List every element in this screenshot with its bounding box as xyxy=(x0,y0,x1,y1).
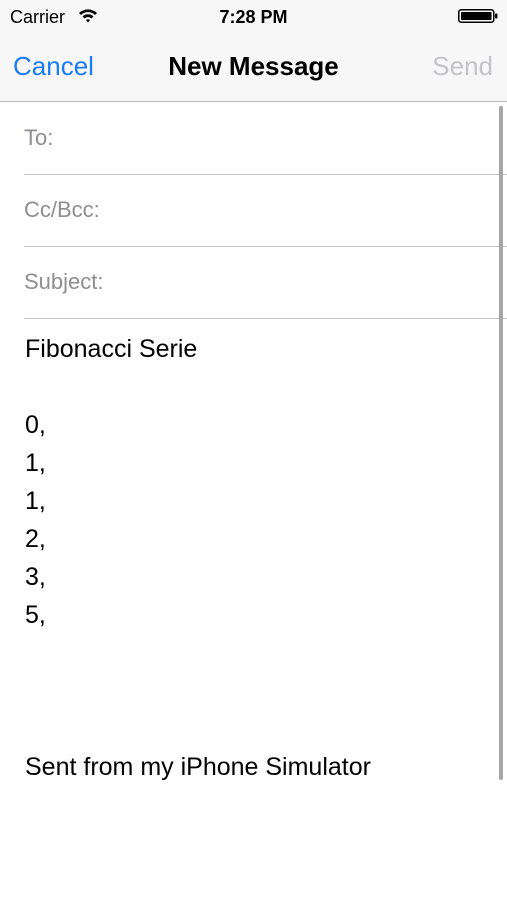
status-bar: Carrier 7:28 PM xyxy=(0,0,507,34)
battery-icon xyxy=(458,9,498,23)
cc-bcc-field[interactable] xyxy=(120,192,497,230)
body-line: 2, xyxy=(25,525,46,553)
body-line: 1, xyxy=(25,487,46,515)
navigation-bar: Cancel New Message Send xyxy=(0,40,507,94)
body-line: 0, xyxy=(25,411,46,439)
to-row[interactable]: To: xyxy=(24,102,507,175)
body-line xyxy=(25,368,485,406)
cc-bcc-label: Cc/Bcc: xyxy=(24,197,100,222)
body-line: 1, xyxy=(25,449,46,477)
subject-row[interactable]: Subject: xyxy=(24,246,507,319)
cc-bcc-row[interactable]: Cc/Bcc: xyxy=(24,174,507,247)
scrollbar[interactable] xyxy=(499,106,503,780)
to-field[interactable] xyxy=(68,120,497,158)
message-body[interactable]: Fibonacci Serie 0, 1, 1, 2, 3, 5, xyxy=(25,330,485,634)
page-title: New Message xyxy=(168,51,339,81)
send-button[interactable]: Send xyxy=(432,50,493,82)
top-bar: Carrier 7:28 PM Cancel New Message Send xyxy=(0,0,507,102)
status-time: 7:28 PM xyxy=(219,7,288,27)
subject-label: Subject: xyxy=(24,269,104,294)
signature: Sent from my iPhone Simulator xyxy=(25,753,371,781)
body-line: Fibonacci Serie xyxy=(25,335,198,363)
to-label: To: xyxy=(24,125,54,150)
body-line: 5, xyxy=(25,601,46,629)
body-line: 3, xyxy=(25,563,46,591)
subject-field[interactable] xyxy=(122,264,497,302)
